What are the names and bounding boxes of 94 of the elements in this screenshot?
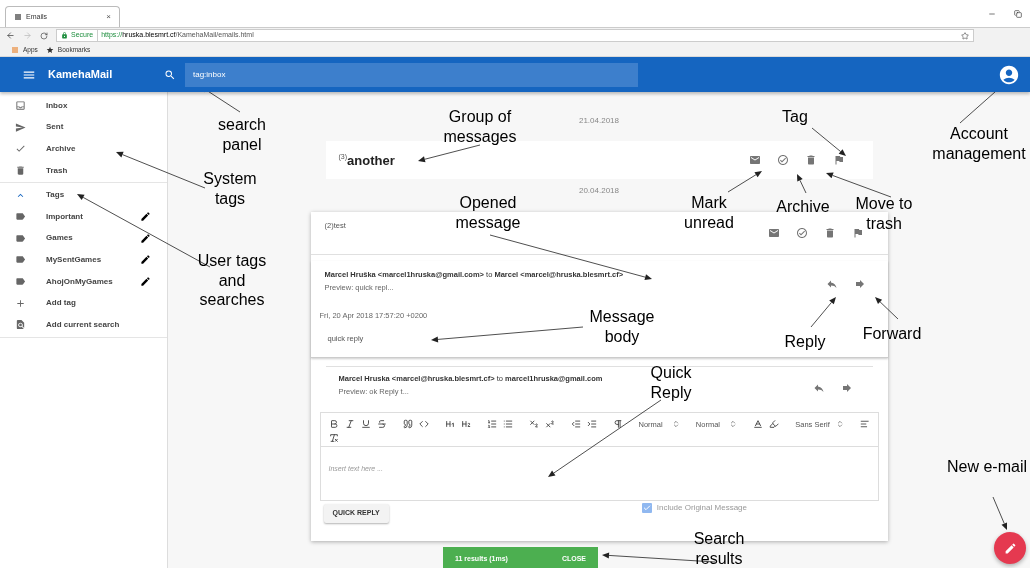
annotation-label: Quick Reply — [650, 363, 692, 402]
sidebar-item[interactable]: Inbox — [0, 95, 167, 117]
annotation-label: Message body — [589, 307, 655, 346]
subscript-icon[interactable] — [528, 419, 539, 430]
annotation-label: Search results — [693, 529, 745, 568]
annotation-arrow — [811, 127, 846, 156]
sidebar-item[interactable]: Add tag — [0, 292, 167, 314]
annotation-label: User tags and searches — [197, 251, 267, 310]
numbered-list-icon[interactable] — [486, 419, 497, 430]
up-down-caret-icon — [729, 420, 738, 429]
search-icon[interactable] — [164, 68, 176, 81]
app-title: KamehaMail — [48, 67, 114, 83]
annotation-arrow — [826, 172, 892, 198]
code-icon[interactable] — [418, 419, 429, 430]
plus-icon — [15, 297, 26, 309]
annotation-arrow — [992, 496, 1008, 530]
reply-icon[interactable] — [812, 382, 825, 394]
tab-favicon — [14, 13, 22, 21]
envelope-icon[interactable] — [748, 154, 761, 166]
annotation-label: search panel — [218, 115, 266, 154]
annotation-label: Archive — [776, 197, 830, 217]
quote-icon[interactable] — [402, 419, 413, 430]
align-icon[interactable] — [860, 419, 870, 430]
page-search-icon — [15, 319, 26, 331]
tag-icon — [15, 276, 26, 288]
envelope-icon[interactable] — [767, 227, 780, 239]
annotation-label: Opened message — [455, 193, 521, 232]
tab-close[interactable]: × — [106, 11, 111, 23]
sidebar-item[interactable]: Tags — [0, 184, 167, 206]
outdent-icon[interactable] — [570, 419, 581, 430]
sidebar-item[interactable]: Games — [0, 227, 167, 250]
indent-icon[interactable] — [586, 419, 597, 430]
edit-icon[interactable] — [140, 232, 151, 244]
forward-icon[interactable] — [853, 278, 866, 290]
annotation-label: System tags — [203, 169, 257, 208]
sidebar-item[interactable]: Important — [0, 205, 167, 228]
tag-icon — [15, 232, 26, 244]
sidebar-item[interactable]: Add current search — [0, 313, 167, 336]
annotation-label: Mark unread — [684, 193, 734, 232]
bold-icon[interactable] — [328, 419, 339, 430]
tag-icon — [15, 211, 26, 223]
account-icon[interactable] — [998, 63, 1020, 86]
text-color-icon[interactable] — [753, 419, 764, 430]
sidebar-item[interactable]: MySentGames — [0, 249, 167, 271]
sidebar-item[interactable]: Sent — [0, 116, 167, 139]
annotation-arrow — [810, 297, 836, 328]
apps-grid-icon — [11, 45, 19, 54]
reply-icon[interactable] — [825, 278, 838, 290]
checkbox-label: Include Original Message — [656, 501, 747, 514]
annotation-arrow — [797, 174, 807, 194]
superscript-icon[interactable] — [544, 419, 555, 430]
clear-format-icon[interactable] — [328, 432, 339, 443]
up-down-caret-icon — [671, 420, 680, 429]
sidebar-item[interactable]: Trash — [0, 159, 167, 182]
checkbox[interactable] — [641, 502, 652, 513]
back-icon[interactable] — [6, 31, 15, 40]
annotation-arrow — [418, 144, 481, 163]
pencil-icon — [1003, 541, 1017, 555]
up-down-caret-icon — [836, 420, 845, 429]
annotation-label: Move to trash — [855, 194, 913, 233]
restore-icon[interactable] — [1014, 10, 1022, 18]
inbox-icon — [15, 100, 26, 112]
edit-icon[interactable] — [140, 276, 151, 288]
bookmark-star-icon[interactable] — [961, 31, 969, 40]
heading-one-icon[interactable] — [444, 419, 455, 430]
send-icon — [15, 121, 26, 133]
sidebar-item[interactable]: Archive — [0, 138, 167, 160]
forward-icon[interactable] — [840, 382, 853, 394]
lock-icon — [61, 32, 68, 39]
star-icon — [45, 45, 54, 54]
reload-icon[interactable] — [40, 31, 48, 40]
date-heading: 20.04.2018 — [578, 185, 619, 197]
bullet-list-icon[interactable] — [502, 419, 513, 430]
annotation-label: Forward — [862, 324, 922, 344]
strikethrough-icon[interactable] — [376, 419, 387, 430]
trash-icon — [15, 165, 26, 177]
pilcrow-icon[interactable] — [612, 419, 623, 430]
annotation-label: Tag — [782, 107, 808, 127]
heading-two-icon[interactable] — [460, 419, 471, 430]
annotation-label: Account management — [932, 124, 1026, 163]
thread-subject: $^{(3)}$another — [338, 152, 395, 170]
tag-icon — [15, 254, 26, 266]
edit-icon[interactable] — [140, 211, 151, 223]
search-field[interactable]: tag:inbox — [185, 62, 638, 87]
annotation-arrow — [875, 297, 899, 320]
underline-icon[interactable] — [360, 419, 371, 430]
edit-icon[interactable] — [140, 254, 151, 266]
sidebar-item[interactable]: AhojOnMyGames — [0, 270, 167, 293]
annotation-label: Reply — [784, 332, 826, 352]
annotation-label: New e-mail — [947, 457, 1027, 477]
highlight-icon[interactable] — [769, 419, 780, 430]
italic-icon[interactable] — [344, 419, 355, 430]
date-heading: 21.04.2018 — [578, 115, 619, 127]
annotation-arrow — [727, 171, 762, 193]
